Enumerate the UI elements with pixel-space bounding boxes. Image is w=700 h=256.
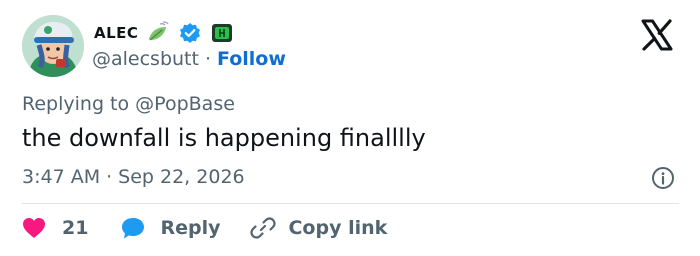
reply-label: Reply bbox=[160, 217, 221, 239]
leaf-wind-emoji-icon bbox=[146, 21, 170, 45]
timestamp[interactable]: 3:47 AM · Sep 22, 2026 bbox=[22, 166, 245, 188]
copy-link-label: Copy link bbox=[288, 217, 388, 239]
tweet-date[interactable]: Sep 22, 2026 bbox=[118, 166, 244, 188]
heart-icon bbox=[22, 217, 46, 239]
separator-dot: · bbox=[204, 48, 212, 70]
copy-link-button[interactable]: Copy link bbox=[250, 215, 387, 241]
verified-badge-icon bbox=[178, 21, 202, 45]
divider bbox=[22, 203, 679, 204]
replying-to-label: Replying to bbox=[22, 93, 130, 115]
link-icon bbox=[250, 215, 277, 241]
author-name-row: ALEC bbox=[94, 21, 234, 45]
info-icon[interactable] bbox=[651, 166, 675, 190]
author-handle[interactable]: @alecsbutt bbox=[92, 48, 199, 70]
like-button[interactable]: 21 bbox=[22, 217, 120, 239]
replying-to: Replying to @PopBase bbox=[22, 93, 235, 115]
money-emoji-icon bbox=[210, 21, 234, 45]
author-handle-row: @alecsbutt · Follow bbox=[92, 48, 286, 70]
display-name[interactable]: ALEC bbox=[94, 24, 138, 42]
tweet-text: the downfall is happening finalllly bbox=[22, 124, 426, 152]
timestamp-separator: · bbox=[106, 166, 113, 188]
follow-button[interactable]: Follow bbox=[217, 48, 286, 70]
replying-to-handle[interactable]: @PopBase bbox=[135, 93, 235, 115]
avatar[interactable] bbox=[22, 15, 84, 77]
like-count: 21 bbox=[62, 217, 89, 239]
reply-button[interactable]: Reply bbox=[120, 216, 250, 240]
action-bar: 21 Reply Copy link bbox=[22, 215, 387, 241]
x-logo-icon[interactable] bbox=[640, 18, 674, 52]
tweet-time[interactable]: 3:47 AM bbox=[22, 166, 100, 188]
reply-bubble-icon bbox=[120, 216, 146, 240]
